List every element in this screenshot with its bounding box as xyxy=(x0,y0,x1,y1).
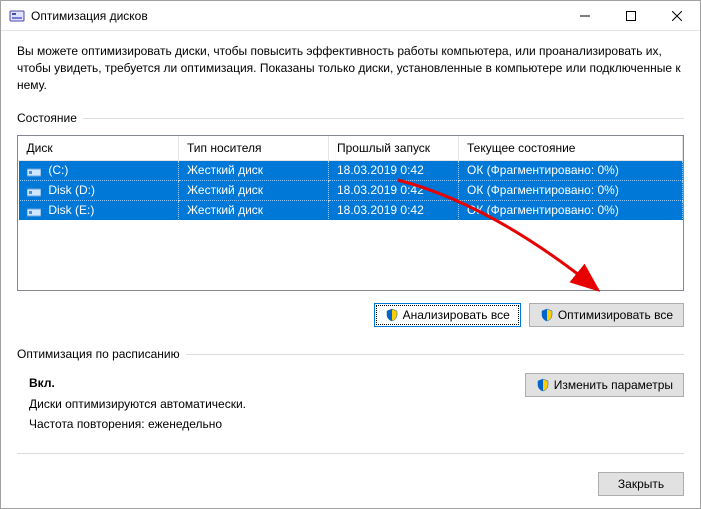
drive-status: ОК (Фрагментировано: 0%) xyxy=(459,180,683,200)
drive-name: Disk (D:) xyxy=(48,183,95,197)
drive-media: Жесткий диск xyxy=(179,180,329,200)
drive-table: Диск Тип носителя Прошлый запуск Текущее… xyxy=(18,136,683,221)
schedule-section-label: Оптимизация по расписанию xyxy=(17,347,684,361)
header-status[interactable]: Текущее состояние xyxy=(459,136,683,160)
change-settings-label: Изменить параметры xyxy=(554,378,673,392)
header-media[interactable]: Тип носителя xyxy=(179,136,329,160)
drive-media: Жесткий диск xyxy=(179,160,329,180)
schedule-label-text: Оптимизация по расписанию xyxy=(17,347,180,361)
drive-lastrun: 18.03.2019 0:42 xyxy=(329,180,459,200)
schedule-block: Вкл. Диски оптимизируются автоматически.… xyxy=(17,369,684,434)
app-icon xyxy=(9,8,25,24)
action-buttons: Анализировать все Оптимизировать все xyxy=(17,303,684,327)
schedule-text: Вкл. Диски оптимизируются автоматически.… xyxy=(29,373,246,434)
header-disk[interactable]: Диск xyxy=(19,136,179,160)
schedule-status: Вкл. xyxy=(29,373,246,393)
titlebar: Оптимизация дисков xyxy=(1,1,700,31)
schedule-desc: Диски оптимизируются автоматически. xyxy=(29,394,246,414)
window-controls xyxy=(562,1,700,30)
maximize-icon xyxy=(626,11,636,21)
change-settings-button[interactable]: Изменить параметры xyxy=(525,373,684,397)
maximize-button[interactable] xyxy=(608,1,654,30)
content-area: Вы можете оптимизировать диски, чтобы по… xyxy=(1,31,700,508)
table-row[interactable]: (C:) Жесткий диск 18.03.2019 0:42 ОК (Фр… xyxy=(19,160,683,180)
close-dialog-button[interactable]: Закрыть xyxy=(598,472,684,496)
footer: Закрыть xyxy=(17,453,684,496)
drive-lastrun: 18.03.2019 0:42 xyxy=(329,160,459,180)
close-button[interactable] xyxy=(654,1,700,30)
window: Оптимизация дисков Вы можете оптимизиров… xyxy=(0,0,701,509)
table-row[interactable]: Disk (D:) Жесткий диск 18.03.2019 0:42 О… xyxy=(19,180,683,200)
schedule-frequency: Частота повторения: еженедельно xyxy=(29,414,246,434)
shield-icon xyxy=(540,308,554,322)
drive-name: Disk (E:) xyxy=(48,203,94,217)
drive-list[interactable]: Диск Тип носителя Прошлый запуск Текущее… xyxy=(17,135,684,291)
close-icon xyxy=(672,11,682,21)
drive-status: ОК (Фрагментировано: 0%) xyxy=(459,160,683,180)
analyze-button[interactable]: Анализировать все xyxy=(374,303,521,327)
table-header-row: Диск Тип носителя Прошлый запуск Текущее… xyxy=(19,136,683,160)
status-label-text: Состояние xyxy=(17,111,77,125)
shield-icon xyxy=(385,308,399,322)
minimize-button[interactable] xyxy=(562,1,608,30)
status-section-label: Состояние xyxy=(17,111,684,125)
drive-media: Жесткий диск xyxy=(179,200,329,220)
drive-icon xyxy=(27,166,41,176)
drive-lastrun: 18.03.2019 0:42 xyxy=(329,200,459,220)
table-row[interactable]: Disk (E:) Жесткий диск 18.03.2019 0:42 О… xyxy=(19,200,683,220)
drive-name: (C:) xyxy=(48,163,68,177)
drive-status: ОК (Фрагментировано: 0%) xyxy=(459,200,683,220)
window-title: Оптимизация дисков xyxy=(31,9,562,23)
optimize-label: Оптимизировать все xyxy=(558,308,673,322)
minimize-icon xyxy=(580,11,590,21)
drive-icon xyxy=(27,186,41,196)
optimize-button[interactable]: Оптимизировать все xyxy=(529,303,684,327)
shield-icon xyxy=(536,378,550,392)
analyze-label: Анализировать все xyxy=(403,308,510,322)
intro-text: Вы можете оптимизировать диски, чтобы по… xyxy=(17,43,684,93)
header-lastrun[interactable]: Прошлый запуск xyxy=(329,136,459,160)
drive-icon xyxy=(27,206,41,216)
